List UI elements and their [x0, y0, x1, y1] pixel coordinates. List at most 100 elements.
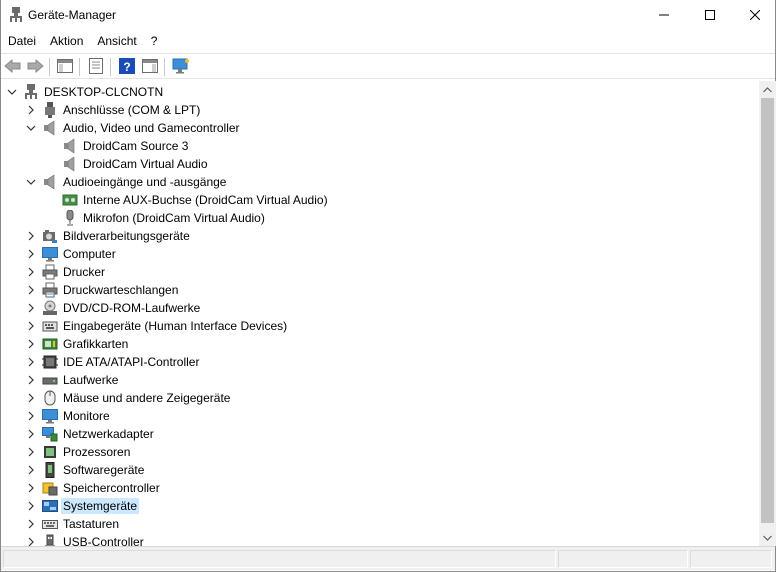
- monitor-icon: [42, 408, 58, 424]
- close-button[interactable]: [732, 0, 776, 30]
- chevron-right-icon[interactable]: [25, 500, 37, 512]
- toolbar-separator: [164, 58, 165, 76]
- chevron-right-icon[interactable]: [25, 320, 37, 332]
- tree-category-row[interactable]: Systemgeräte: [1, 497, 759, 515]
- tree-category-row[interactable]: Mäuse und andere Zeigegeräte: [1, 389, 759, 407]
- back-arrow-icon: [4, 58, 22, 76]
- ide-controller-icon: [42, 354, 58, 370]
- svg-text:?: ?: [123, 60, 130, 74]
- chevron-down-icon[interactable]: [6, 86, 18, 98]
- tree-item-label: Eingabegeräte (Human Interface Devices): [63, 319, 288, 333]
- tree-device-row[interactable]: Mikrofon (DroidCam Virtual Audio): [1, 209, 759, 227]
- tree-category-row[interactable]: Anschlüsse (COM & LPT): [1, 101, 759, 119]
- tree-item-label: DVD/CD-ROM-Laufwerke: [63, 301, 201, 315]
- tree-category-row[interactable]: Softwaregeräte: [1, 461, 759, 479]
- port-icon: [42, 102, 58, 118]
- chevron-down-icon[interactable]: [25, 176, 37, 188]
- show-hide-console-tree-button[interactable]: [55, 57, 75, 77]
- menu-help[interactable]: ?: [144, 30, 165, 52]
- menu-datei[interactable]: Datei: [1, 30, 43, 52]
- help-button[interactable]: ?: [117, 57, 137, 77]
- tree-item-label: IDE ATA/ATAPI-Controller: [63, 355, 200, 369]
- properties-button[interactable]: [86, 57, 106, 77]
- microphone-icon: [62, 210, 78, 226]
- tree-category-row[interactable]: Computer: [1, 245, 759, 263]
- tree-item-label: Interne AUX-Buchse (DroidCam Virtual Aud…: [83, 193, 328, 207]
- status-pane-middle: [558, 550, 688, 568]
- chevron-right-icon[interactable]: [25, 446, 37, 458]
- maximize-button[interactable]: [687, 0, 733, 30]
- chevron-right-icon[interactable]: [25, 266, 37, 278]
- chevron-right-icon[interactable]: [25, 464, 37, 476]
- scroll-down-button[interactable]: [759, 529, 776, 546]
- forward-arrow-icon: [26, 58, 44, 76]
- tree-item-label: Bildverarbeitungsgeräte: [63, 229, 190, 243]
- tree-category-row[interactable]: Audio, Video und Gamecontroller: [1, 119, 759, 137]
- tree-category-row[interactable]: Eingabegeräte (Human Interface Devices): [1, 317, 759, 335]
- tree-device-row[interactable]: DroidCam Source 3: [1, 137, 759, 155]
- minimize-button[interactable]: [641, 0, 687, 30]
- toolbar-separator: [49, 58, 50, 76]
- usb-icon: [42, 534, 58, 546]
- forward-button[interactable]: [25, 57, 45, 77]
- chevron-right-icon[interactable]: [25, 536, 37, 546]
- chevron-right-icon[interactable]: [25, 518, 37, 530]
- audio-jack-icon: [62, 192, 78, 208]
- chevron-right-icon[interactable]: [25, 302, 37, 314]
- tree-root-row[interactable]: DESKTOP-CLCNOTN: [1, 83, 759, 101]
- tree-category-row[interactable]: Grafikkarten: [1, 335, 759, 353]
- software-device-icon: [42, 462, 58, 478]
- chevron-right-icon[interactable]: [25, 230, 37, 242]
- action-pane-button[interactable]: [140, 57, 160, 77]
- status-bar: [1, 546, 775, 570]
- tree-category-row[interactable]: Prozessoren: [1, 443, 759, 461]
- chevron-right-icon[interactable]: [25, 356, 37, 368]
- camera-icon: [42, 228, 58, 244]
- chevron-right-icon[interactable]: [25, 284, 37, 296]
- chevron-right-icon[interactable]: [25, 392, 37, 404]
- chevron-right-icon[interactable]: [25, 374, 37, 386]
- chevron-right-icon[interactable]: [25, 338, 37, 350]
- tree-device-row[interactable]: Interne AUX-Buchse (DroidCam Virtual Aud…: [1, 191, 759, 209]
- tree-category-row[interactable]: USB-Controller: [1, 533, 759, 546]
- tree-category-row[interactable]: Monitore: [1, 407, 759, 425]
- menu-ansicht[interactable]: Ansicht: [90, 30, 143, 52]
- chevron-right-icon[interactable]: [25, 248, 37, 260]
- help-icon: ?: [119, 57, 135, 77]
- tree-item-label: Druckwarteschlangen: [63, 283, 179, 297]
- tree-device-row[interactable]: DroidCam Virtual Audio: [1, 155, 759, 173]
- back-button[interactable]: [3, 57, 23, 77]
- scrollbar-thumb[interactable]: [761, 98, 774, 523]
- tree-category-row[interactable]: Drucker: [1, 263, 759, 281]
- chevron-right-icon[interactable]: [25, 428, 37, 440]
- tree-category-row[interactable]: Druckwarteschlangen: [1, 281, 759, 299]
- tree-category-row[interactable]: Laufwerke: [1, 371, 759, 389]
- mouse-icon: [42, 390, 58, 406]
- menu-aktion[interactable]: Aktion: [43, 30, 90, 52]
- tree-category-row[interactable]: Audioeingänge und -ausgänge: [1, 173, 759, 191]
- tree-item-label: Prozessoren: [63, 445, 131, 459]
- tree-category-row[interactable]: IDE ATA/ATAPI-Controller: [1, 353, 759, 371]
- print-queue-icon: [42, 282, 58, 298]
- chevron-right-icon[interactable]: [25, 482, 37, 494]
- tree-category-row[interactable]: Bildverarbeitungsgeräte: [1, 227, 759, 245]
- tree-category-row[interactable]: DVD/CD-ROM-Laufwerke: [1, 299, 759, 317]
- tree-category-row[interactable]: Speichercontroller: [1, 479, 759, 497]
- tree-category-row[interactable]: Netzwerkadapter: [1, 425, 759, 443]
- tree-item-label: USB-Controller: [63, 535, 144, 546]
- title-bar[interactable]: Geräte-Manager: [1, 0, 775, 30]
- scan-hardware-button[interactable]: [171, 57, 191, 77]
- vertical-scrollbar[interactable]: [759, 81, 776, 546]
- toolbar: ?: [1, 53, 775, 79]
- chevron-down-icon[interactable]: [25, 122, 37, 134]
- scroll-up-button[interactable]: [759, 81, 776, 98]
- menu-bar: Datei Aktion Ansicht ?: [1, 30, 775, 52]
- chevron-right-icon[interactable]: [25, 410, 37, 422]
- device-tree[interactable]: DESKTOP-CLCNOTN Anschlüsse (COM & LPT) Au…: [1, 81, 759, 546]
- speaker-icon: [42, 174, 58, 190]
- chevron-right-icon[interactable]: [25, 104, 37, 116]
- keyboard-icon: [42, 516, 58, 532]
- device-manager-window: Geräte-Manager Datei Aktion Ansicht ? ? …: [0, 0, 776, 572]
- tree-category-row[interactable]: Tastaturen: [1, 515, 759, 533]
- show-hide-console-tree-icon: [57, 58, 73, 76]
